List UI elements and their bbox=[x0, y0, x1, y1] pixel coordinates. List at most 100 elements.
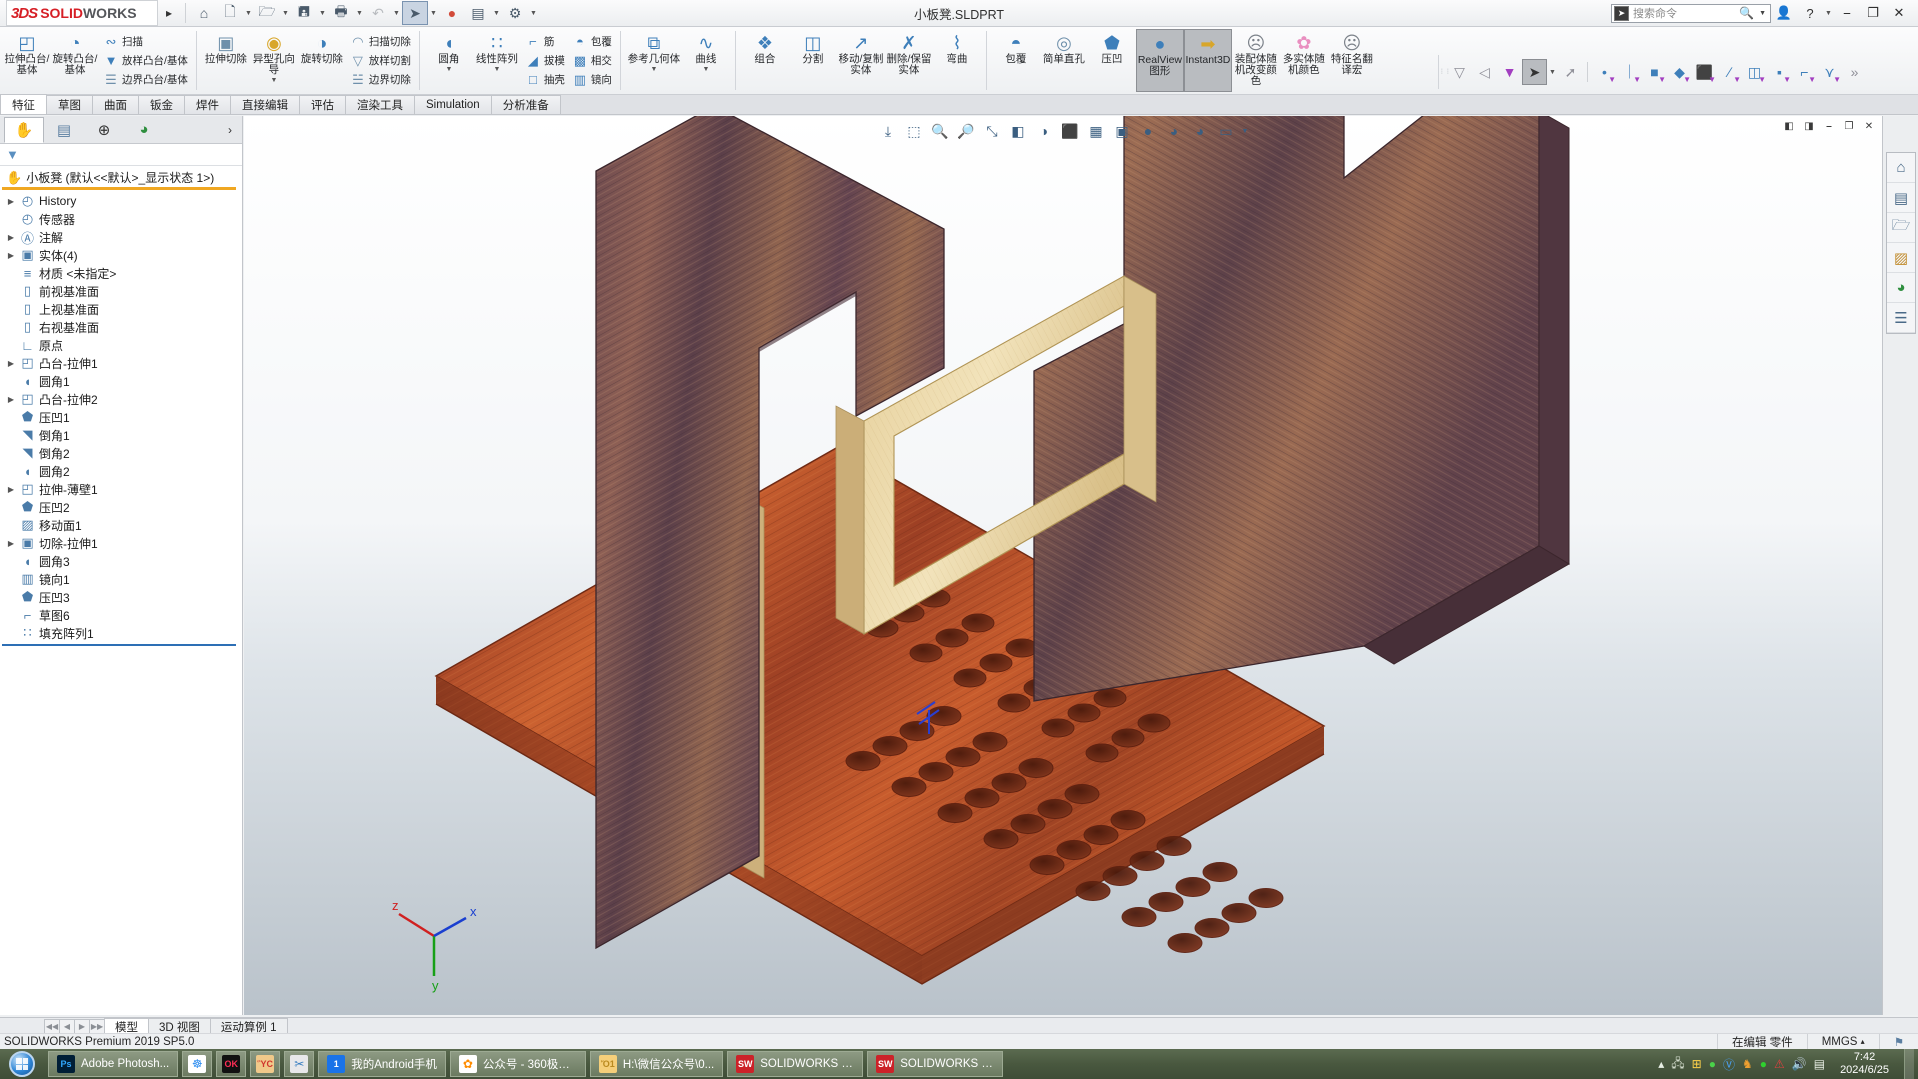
feature-tree-item[interactable]: ⬟ 压凹3 bbox=[0, 588, 242, 606]
rib-button[interactable]: ⌐ 筋 bbox=[521, 32, 568, 51]
feature-tree-item[interactable]: ⬟ 压凹1 bbox=[0, 408, 242, 426]
sketch-spline-icon[interactable]: ∕ ▼ bbox=[1717, 59, 1742, 85]
split-button[interactable]: ◫ 分割 bbox=[789, 29, 837, 92]
tab-simulation[interactable]: Simulation bbox=[414, 95, 492, 114]
draft-button[interactable]: ◢ 拔模 bbox=[521, 51, 568, 70]
options-caret-icon[interactable]: ▼ bbox=[528, 1, 539, 25]
gfx-restore-button[interactable]: ❐ bbox=[1840, 118, 1858, 134]
feature-tree-item[interactable]: ⬟ 压凹2 bbox=[0, 498, 242, 516]
feature-tree-item[interactable]: ≡ 材质 <未指定> bbox=[0, 264, 242, 282]
sketch-slot-icon[interactable]: ◆ ▼ bbox=[1667, 59, 1692, 85]
rollback-bar[interactable] bbox=[2, 187, 236, 190]
display-settings-icon[interactable]: ▤ bbox=[465, 1, 491, 25]
wrap-button[interactable]: ◓ 包覆 bbox=[568, 32, 615, 51]
taskbar-item[interactable]: ☸ bbox=[182, 1051, 212, 1077]
taskbar-item[interactable]: ✂ bbox=[284, 1051, 314, 1077]
linear-pattern-button[interactable]: ∷ 线性阵列 ▼ bbox=[473, 29, 521, 92]
next-tab-button[interactable]: ▶ bbox=[74, 1019, 90, 1034]
previous-view-icon[interactable]: 🔍 bbox=[928, 120, 952, 142]
tab-render-tools[interactable]: 渲染工具 bbox=[345, 95, 415, 114]
viewport-caret-icon[interactable]: ▼ bbox=[1240, 120, 1250, 142]
feature-tree-item[interactable]: ▥ 镜向1 bbox=[0, 570, 242, 588]
mirror-button[interactable]: ▥ 镜向 bbox=[568, 70, 615, 89]
green-circle-icon[interactable]: ● bbox=[1760, 1057, 1767, 1071]
display-manager-tab[interactable]: ◕ bbox=[124, 117, 164, 143]
first-tab-button[interactable]: ◀◀ bbox=[44, 1019, 60, 1034]
feature-tree-item[interactable]: ▶ Ⓐ 注解 bbox=[0, 228, 242, 246]
simple-hole-button[interactable]: ◎ 简单直孔 bbox=[1040, 29, 1088, 92]
color-wheel2-icon[interactable]: ◕ bbox=[1188, 120, 1212, 142]
shadow-icon[interactable]: ● bbox=[1136, 120, 1160, 142]
feature-tree-item[interactable]: ▶ ▣ 切除-拉伸1 bbox=[0, 534, 242, 552]
feature-tree-item[interactable]: ▶ ◰ 凸台-拉伸2 bbox=[0, 390, 242, 408]
multibody-random-color-button[interactable]: ✿ 多实体随机颜色 bbox=[1280, 29, 1328, 92]
tab-direct-edit[interactable]: 直接编辑 bbox=[230, 95, 300, 114]
gfx-tile-left-button[interactable]: ◧ bbox=[1780, 118, 1798, 134]
gfx-close-button[interactable]: ✕ bbox=[1860, 118, 1878, 134]
action-center-icon[interactable]: ▤ bbox=[1814, 1057, 1825, 1071]
tab-sheetmetal[interactable]: 钣金 bbox=[138, 95, 185, 114]
view-settings-icon[interactable]: ▣ bbox=[1110, 120, 1134, 142]
delete-keep-body-button[interactable]: ✗ 删除/保留实体 bbox=[885, 29, 933, 92]
loft-cut-button[interactable]: ▽ 放样切割 bbox=[346, 51, 414, 70]
flex-button[interactable]: ⌇ 弯曲 bbox=[933, 29, 981, 92]
print-icon[interactable]: 🖶 bbox=[328, 1, 354, 25]
reference-geometry-caret-icon[interactable]: ▼ bbox=[650, 65, 657, 74]
feature-tree-item[interactable]: ∷ 填充阵列1 bbox=[0, 624, 242, 642]
feature-filter-input[interactable]: ▼ bbox=[0, 144, 242, 166]
new-doc-icon[interactable]: 🗋 bbox=[217, 1, 243, 25]
edit-appearance-icon[interactable]: ⬛ bbox=[1058, 120, 1082, 142]
select-other-icon[interactable]: ➚ bbox=[1558, 59, 1583, 85]
fillet-button[interactable]: ◖ 圆角 ▼ bbox=[425, 29, 473, 92]
fillet-caret-icon[interactable]: ▼ bbox=[445, 65, 452, 74]
select-arrow-icon[interactable]: ➤ bbox=[1522, 59, 1547, 85]
view-orientation-icon[interactable]: ⤡ bbox=[980, 120, 1004, 142]
move-copy-body-button[interactable]: ↗ 移动/复制实体 bbox=[837, 29, 885, 92]
feature-tree-item[interactable]: ▨ 移动面1 bbox=[0, 516, 242, 534]
feature-tree-tab[interactable]: ✋ bbox=[4, 117, 44, 143]
feature-tree-item[interactable]: ▯ 前视基准面 bbox=[0, 282, 242, 300]
tab-features[interactable]: 特征 bbox=[0, 94, 47, 114]
viewport-icon[interactable]: ▭ bbox=[1214, 120, 1238, 142]
display-style-icon[interactable]: ◧ bbox=[1006, 120, 1030, 142]
show-desktop-button[interactable] bbox=[1904, 1049, 1914, 1079]
save-icon[interactable]: 🖪 bbox=[291, 1, 317, 25]
feature-tree-item[interactable]: ◖ 圆角3 bbox=[0, 552, 242, 570]
status-units-caret-icon[interactable]: ▴ bbox=[1861, 1037, 1865, 1046]
taskbar-clock[interactable]: 7:42 2024/6/25 bbox=[1832, 1051, 1897, 1076]
status-units[interactable]: MMGS ▴ bbox=[1807, 1034, 1879, 1050]
select-arrow-caret-icon[interactable]: ▼ bbox=[1547, 60, 1558, 84]
extrude-cut-button[interactable]: ▣ 拉伸切除 bbox=[202, 29, 250, 92]
curves-caret-icon[interactable]: ▼ bbox=[702, 65, 709, 74]
tab-weldments[interactable]: 焊件 bbox=[184, 95, 231, 114]
undo-icon[interactable]: ↶ bbox=[365, 1, 391, 25]
alert-icon[interactable]: ⚠ bbox=[1774, 1057, 1785, 1071]
feature-tree-item[interactable]: ◥ 倒角2 bbox=[0, 444, 242, 462]
boundary-cut-button[interactable]: ☱ 边界切除 bbox=[346, 70, 414, 89]
sketch-plane-icon[interactable]: ◫ ▼ bbox=[1742, 59, 1767, 85]
sketch-rectangle-icon[interactable]: ■ ▼ bbox=[1642, 59, 1667, 85]
hidden-icons-icon[interactable]: ▴ bbox=[1658, 1057, 1664, 1071]
kingsoft-icon[interactable]: Ⓥ bbox=[1723, 1056, 1735, 1073]
boundary-boss-button[interactable]: ☰ 边界凸台/基体 bbox=[99, 70, 191, 89]
start-button[interactable] bbox=[0, 1049, 44, 1079]
tab-evaluate[interactable]: 评估 bbox=[299, 95, 346, 114]
loft-boss-button[interactable]: ▼ 放样凸台/基体 bbox=[99, 51, 191, 70]
solidworks-logo[interactable]: 3DS SOLIDWORKS bbox=[6, 0, 158, 26]
zoom-to-area-icon[interactable]: ⬚ bbox=[902, 120, 926, 142]
feature-tree-item[interactable]: ⌐ 草图6 bbox=[0, 606, 242, 624]
feature-tree-item[interactable]: ▯ 上视基准面 bbox=[0, 300, 242, 318]
sw-resources-icon[interactable]: ⌂ bbox=[1887, 153, 1915, 183]
filter-active-icon[interactable]: ▼ bbox=[1497, 59, 1522, 85]
indent-button[interactable]: ⬟ 压凹 bbox=[1088, 29, 1136, 92]
expand-chevron-icon[interactable]: ▶ bbox=[4, 395, 18, 404]
feature-tree-item[interactable]: ▶ ◰ 凸台-拉伸1 bbox=[0, 354, 242, 372]
overflow-chevron-icon[interactable]: » bbox=[1842, 59, 1867, 85]
rebuild-icon[interactable]: ● bbox=[439, 1, 465, 25]
feature-tree-item[interactable]: ◖ 圆角2 bbox=[0, 462, 242, 480]
volume-icon[interactable]: 🔊 bbox=[1792, 1057, 1807, 1071]
property-manager-tab[interactable]: ▤ bbox=[44, 117, 84, 143]
graphics-area[interactable]: ◧ ◨ ⎯ ❐ ✕ ⤓ ⬚ 🔍 🔎 ⤡ ◧ ◑ ⬛ ▦ ▣ ● ◕ ◕ ▭ ▼ bbox=[244, 116, 1882, 1015]
restore-button[interactable]: ❐ bbox=[1860, 1, 1886, 25]
taskbar-item[interactable]: ὏1 我的Android手机 bbox=[318, 1051, 446, 1077]
